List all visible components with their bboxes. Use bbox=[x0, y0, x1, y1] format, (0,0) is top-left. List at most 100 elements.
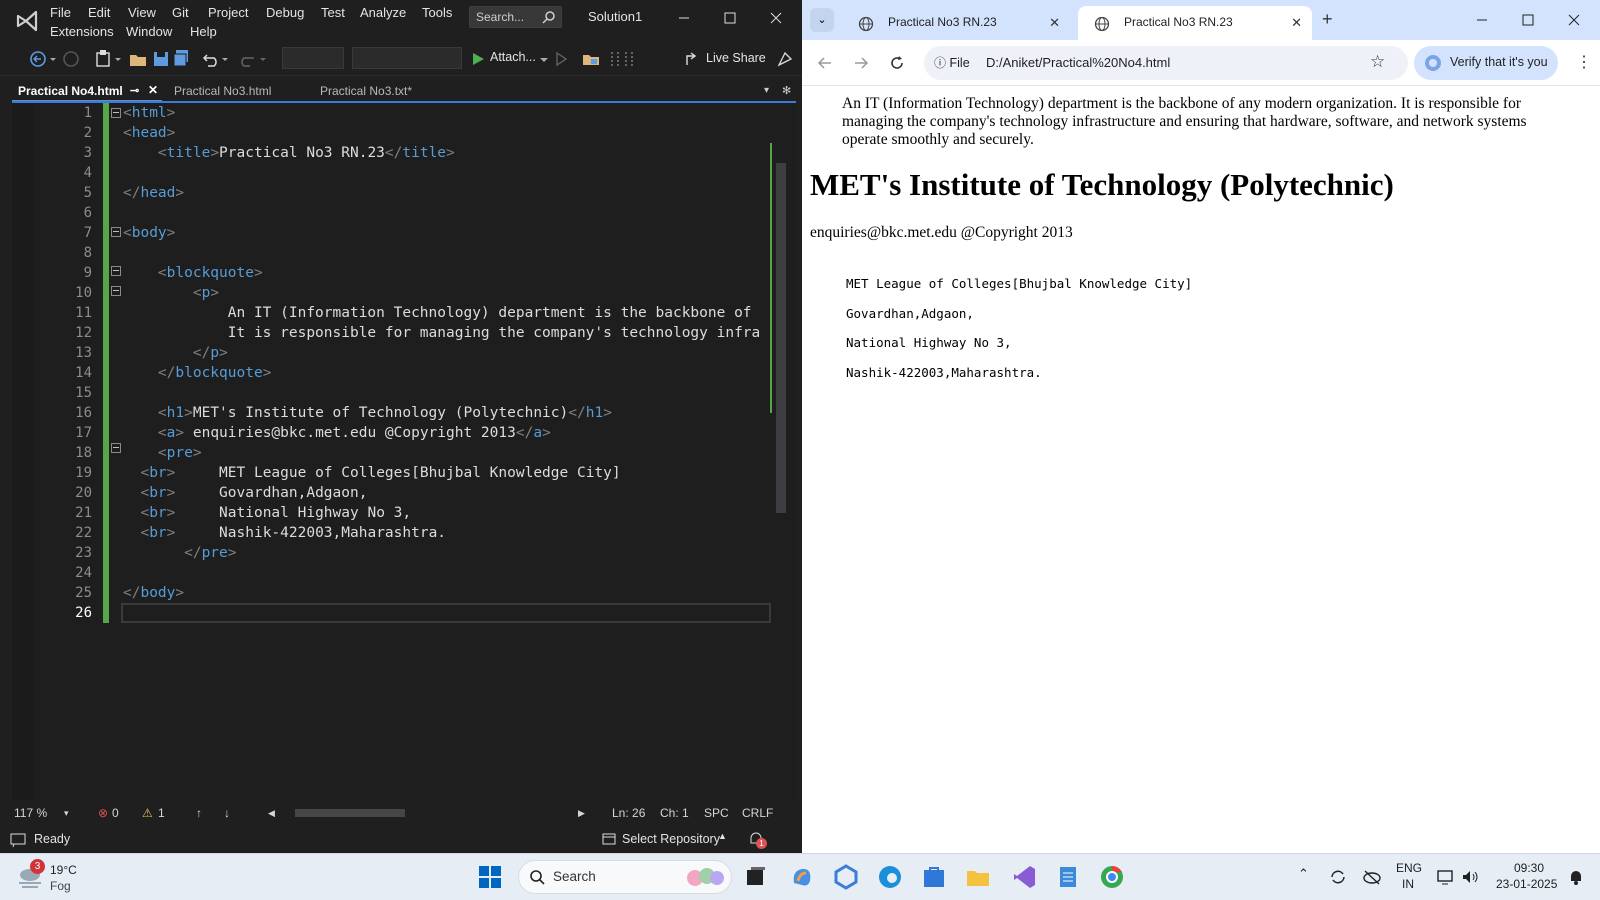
sync-icon[interactable] bbox=[1328, 868, 1348, 886]
code-line[interactable]: </p> bbox=[123, 343, 773, 363]
windows-start-icon[interactable] bbox=[476, 863, 504, 891]
menu-extensions[interactable]: Extensions bbox=[50, 24, 114, 39]
undo-icon[interactable] bbox=[200, 48, 234, 70]
output-window-icon[interactable] bbox=[10, 832, 26, 848]
horizontal-scrollbar-thumb[interactable] bbox=[295, 809, 405, 817]
line-indicator[interactable]: Ln: 26 bbox=[612, 806, 645, 820]
code-line[interactable] bbox=[123, 563, 773, 583]
tab-overflow-icon[interactable]: ▾ bbox=[764, 85, 769, 96]
code-line[interactable]: <blockquote> bbox=[123, 263, 773, 283]
attach-button[interactable]: Attach... bbox=[490, 50, 536, 64]
code-line[interactable]: <title>Practical No3 RN.23</title> bbox=[123, 143, 773, 163]
redo-icon[interactable] bbox=[238, 48, 268, 70]
verify-identity-button[interactable]: Verify that it's you bbox=[1414, 46, 1558, 80]
code-line[interactable]: <head> bbox=[123, 123, 773, 143]
code-line[interactable]: </blockquote> bbox=[123, 363, 773, 383]
code-line[interactable] bbox=[123, 383, 773, 403]
tab-close-icon[interactable]: ✕ bbox=[148, 83, 158, 97]
repository-icon[interactable] bbox=[602, 832, 616, 846]
line-ending-indicator[interactable]: CRLF bbox=[742, 806, 773, 820]
clock-time[interactable]: 09:30 bbox=[1514, 861, 1544, 875]
menu-window[interactable]: Window bbox=[126, 24, 172, 39]
step-icons[interactable] bbox=[608, 48, 638, 70]
tray-overflow-icon[interactable]: ⌃ bbox=[1298, 866, 1309, 882]
menu-test[interactable]: Test bbox=[321, 5, 345, 20]
file-explorer-icon[interactable] bbox=[964, 863, 992, 891]
settings-gear-icon[interactable]: ✻ bbox=[782, 84, 791, 97]
minimize-icon[interactable] bbox=[668, 6, 700, 30]
network-icon[interactable] bbox=[1436, 868, 1456, 886]
tab-practical-no3-txt[interactable]: Practical No3.txt* bbox=[314, 81, 454, 102]
error-count[interactable]: 0 bbox=[112, 806, 119, 820]
vs-search-box[interactable]: Search... bbox=[469, 6, 562, 28]
code-line[interactable]: <br> Govardhan,Adgaon, bbox=[123, 483, 773, 503]
chrome-taskbar-icon[interactable] bbox=[1098, 863, 1126, 891]
reload-icon[interactable] bbox=[888, 54, 906, 72]
address-bar[interactable]: ⓘ File D:/Aniket/Practical%20No4.html ☆ bbox=[924, 46, 1408, 80]
tab-close-icon[interactable]: ✕ bbox=[1049, 15, 1060, 31]
code-lines[interactable]: <html> <head> <title>Practical No3 RN.23<… bbox=[123, 103, 773, 800]
m365-icon[interactable] bbox=[832, 863, 860, 891]
fold-toggle-p[interactable] bbox=[111, 286, 121, 296]
tab-search-dropdown-icon[interactable]: ⌄ bbox=[810, 8, 834, 32]
configuration-dropdown[interactable] bbox=[282, 47, 344, 69]
url-text[interactable]: D:/Aniket/Practical%20No4.html bbox=[986, 55, 1170, 70]
fold-toggle-html[interactable] bbox=[111, 108, 121, 118]
more-menu-icon[interactable]: ⋮ bbox=[1576, 52, 1592, 72]
zoom-level[interactable]: 117 % bbox=[14, 806, 47, 820]
task-view-icon[interactable] bbox=[742, 863, 770, 891]
code-line[interactable]: An IT (Information Technology) departmen… bbox=[123, 303, 773, 323]
notification-bell-icon[interactable] bbox=[1568, 868, 1584, 886]
minimize-icon[interactable] bbox=[1474, 12, 1490, 28]
new-tab-icon[interactable]: + bbox=[1322, 9, 1333, 30]
fold-toggle-pre[interactable] bbox=[111, 443, 121, 453]
code-line[interactable]: <br> Nashik-422003,Maharashtra. bbox=[123, 523, 773, 543]
code-line[interactable]: </pre> bbox=[123, 543, 773, 563]
bookmark-star-icon[interactable]: ☆ bbox=[1370, 52, 1385, 72]
code-line[interactable]: </head> bbox=[123, 183, 773, 203]
code-line[interactable]: <body> bbox=[123, 223, 773, 243]
browser-tab-active[interactable]: Practical No3 RN.23 ✕ bbox=[1078, 6, 1312, 40]
code-line[interactable]: </body> bbox=[123, 583, 773, 603]
weather-widget[interactable]: 3 19°C Fog bbox=[16, 859, 96, 897]
solution-explorer-icon[interactable] bbox=[580, 48, 602, 70]
onedrive-offline-icon[interactable] bbox=[1362, 868, 1382, 886]
forward-navigate-icon[interactable] bbox=[62, 48, 80, 70]
code-line[interactable] bbox=[123, 243, 773, 263]
previous-issue-icon[interactable]: ↑ bbox=[196, 806, 202, 820]
volume-icon[interactable] bbox=[1460, 868, 1480, 886]
menu-view[interactable]: View bbox=[128, 5, 156, 20]
code-line[interactable]: <br> National Highway No 3, bbox=[123, 503, 773, 523]
live-share-button[interactable]: Live Share bbox=[706, 51, 766, 65]
maximize-icon[interactable] bbox=[714, 6, 746, 30]
back-navigate-icon[interactable] bbox=[28, 48, 58, 70]
whitespace-indicator[interactable]: SPC bbox=[704, 806, 729, 820]
open-folder-icon[interactable] bbox=[128, 48, 148, 70]
menu-debug[interactable]: Debug bbox=[266, 5, 304, 20]
menu-git[interactable]: Git bbox=[172, 5, 189, 20]
notepad-icon[interactable] bbox=[1054, 863, 1082, 891]
site-info-chip[interactable]: ⓘ File bbox=[934, 54, 970, 71]
fold-toggle-body[interactable] bbox=[111, 227, 121, 237]
code-line[interactable]: <pre> bbox=[123, 443, 773, 463]
browser-tab-inactive[interactable]: Practical No3 RN.23 ✕ bbox=[842, 6, 1070, 40]
menu-analyze[interactable]: Analyze bbox=[360, 5, 406, 20]
code-line[interactable]: <br> MET League of Colleges[Bhujbal Know… bbox=[123, 463, 773, 483]
menu-help[interactable]: Help bbox=[190, 24, 217, 39]
language-indicator[interactable]: ENG bbox=[1396, 861, 1422, 875]
clock-date[interactable]: 23-01-2025 bbox=[1496, 877, 1557, 891]
copilot-icon[interactable] bbox=[788, 863, 816, 891]
scroll-right-icon[interactable]: ▶ bbox=[578, 808, 585, 819]
select-repository-button[interactable]: Select Repository bbox=[622, 832, 720, 846]
code-line[interactable] bbox=[123, 203, 773, 223]
microsoft-store-icon[interactable] bbox=[920, 863, 948, 891]
code-line[interactable]: <a> enquiries@bkc.met.edu @Copyright 201… bbox=[123, 423, 773, 443]
close-icon[interactable] bbox=[760, 6, 792, 30]
scroll-left-icon[interactable]: ◀ bbox=[268, 808, 275, 819]
menu-project[interactable]: Project bbox=[208, 5, 248, 20]
attach-dropdown-icon[interactable] bbox=[538, 48, 550, 70]
next-issue-icon[interactable]: ↓ bbox=[224, 806, 230, 820]
tab-practical-no3-html[interactable]: Practical No3.html bbox=[168, 81, 308, 102]
visual-studio-taskbar-icon[interactable] bbox=[1010, 863, 1038, 891]
region-indicator[interactable]: IN bbox=[1402, 877, 1414, 891]
